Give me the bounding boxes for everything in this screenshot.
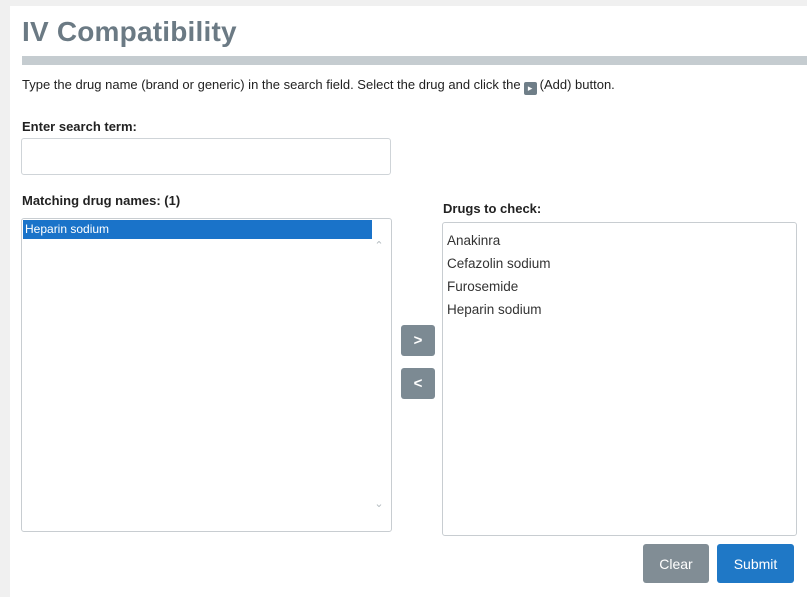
search-label: Enter search term: <box>22 119 137 134</box>
remove-drug-button[interactable]: < <box>401 368 435 399</box>
drugs-to-check-label: Drugs to check: <box>443 201 542 216</box>
matching-label: Matching drug names: (1) <box>22 193 181 208</box>
page-title: IV Compatibility <box>22 16 237 47</box>
instructions-text-after: (Add) button. <box>539 77 615 92</box>
instructions: Type the drug name (brand or generic) in… <box>22 77 615 95</box>
add-drug-button[interactable]: > <box>401 325 435 356</box>
instructions-text-before: Type the drug name (brand or generic) in… <box>22 77 521 92</box>
check-list-item[interactable]: Anakinra <box>447 229 551 252</box>
submit-button[interactable]: Submit <box>717 544 794 583</box>
matching-drug-list[interactable]: Heparin sodium ⌃ ⌄ <box>21 218 392 532</box>
chevron-down-icon[interactable]: ⌄ <box>373 499 385 510</box>
check-list-item[interactable]: Furosemide <box>447 275 551 298</box>
check-list-item[interactable]: Cefazolin sodium <box>447 252 551 275</box>
search-input[interactable] <box>21 138 391 175</box>
clear-button[interactable]: Clear <box>643 544 709 583</box>
chevron-up-icon[interactable]: ⌃ <box>373 241 385 252</box>
check-list-item[interactable]: Heparin sodium <box>447 298 551 321</box>
iv-compatibility-panel: IV Compatibility Type the drug name (bra… <box>10 6 807 597</box>
drugs-to-check-items: Anakinra Cefazolin sodium Furosemide Hep… <box>447 229 551 321</box>
drugs-to-check-list[interactable]: Anakinra Cefazolin sodium Furosemide Hep… <box>442 222 797 536</box>
title-divider <box>22 56 807 65</box>
matching-item-selected[interactable]: Heparin sodium <box>23 220 372 239</box>
add-arrow-icon: ▸ <box>523 82 537 95</box>
